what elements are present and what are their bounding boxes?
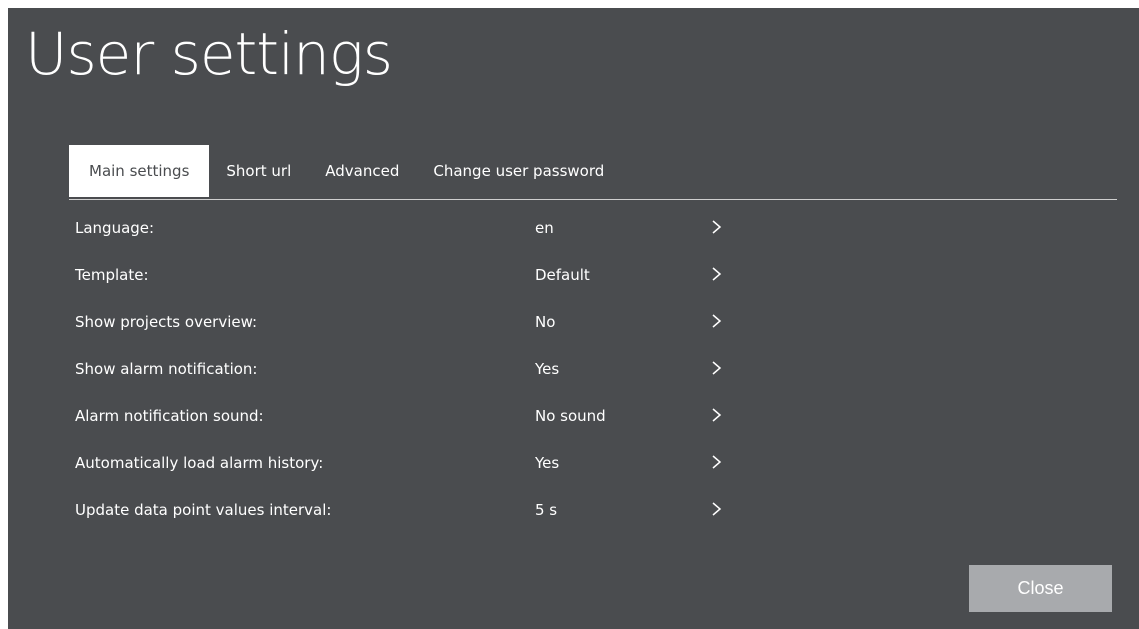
- chevron-right-icon[interactable]: [707, 262, 727, 286]
- settings-list: Language: en Template: Default Show proj…: [75, 206, 775, 535]
- setting-label: Template:: [75, 266, 149, 284]
- setting-label: Show alarm notification:: [75, 360, 258, 378]
- setting-value: 5 s: [535, 501, 558, 519]
- setting-label: Automatically load alarm history:: [75, 454, 324, 472]
- chevron-right-icon[interactable]: [707, 215, 727, 239]
- chevron-right-icon[interactable]: [707, 450, 727, 474]
- setting-label: Language:: [75, 219, 155, 237]
- dialog-title: User settings: [25, 20, 393, 88]
- setting-label: Update data point values interval:: [75, 501, 332, 519]
- setting-value: Default: [535, 266, 590, 284]
- tab-short-url[interactable]: Short url: [209, 145, 308, 197]
- setting-value: Yes: [535, 360, 560, 378]
- setting-row-automatically-load-alarm-history[interactable]: Automatically load alarm history: Yes: [75, 441, 775, 488]
- tab-bar: Main settings Short url Advanced Change …: [69, 145, 621, 197]
- close-button[interactable]: Close: [969, 565, 1112, 612]
- setting-row-show-projects-overview[interactable]: Show projects overview: No: [75, 300, 775, 347]
- setting-row-template[interactable]: Template: Default: [75, 253, 775, 300]
- setting-row-show-alarm-notification[interactable]: Show alarm notification: Yes: [75, 347, 775, 394]
- user-settings-dialog: User settings Main settings Short url Ad…: [8, 8, 1139, 629]
- tab-divider: [69, 199, 1117, 200]
- chevron-right-icon[interactable]: [707, 403, 727, 427]
- setting-row-update-data-point-values-interval[interactable]: Update data point values interval: 5 s: [75, 488, 775, 535]
- tab-advanced[interactable]: Advanced: [308, 145, 416, 197]
- setting-value: No sound: [535, 407, 606, 425]
- setting-value: Yes: [535, 454, 560, 472]
- setting-row-language[interactable]: Language: en: [75, 206, 775, 253]
- chevron-right-icon[interactable]: [707, 497, 727, 521]
- chevron-right-icon[interactable]: [707, 356, 727, 380]
- setting-label: Alarm notification sound:: [75, 407, 264, 425]
- setting-row-alarm-notification-sound[interactable]: Alarm notification sound: No sound: [75, 394, 775, 441]
- setting-label: Show projects overview:: [75, 313, 258, 331]
- tab-main-settings[interactable]: Main settings: [69, 145, 210, 197]
- chevron-right-icon[interactable]: [707, 309, 727, 333]
- setting-value: No: [535, 313, 556, 331]
- tab-change-user-password[interactable]: Change user password: [416, 145, 621, 197]
- setting-value: en: [535, 219, 554, 237]
